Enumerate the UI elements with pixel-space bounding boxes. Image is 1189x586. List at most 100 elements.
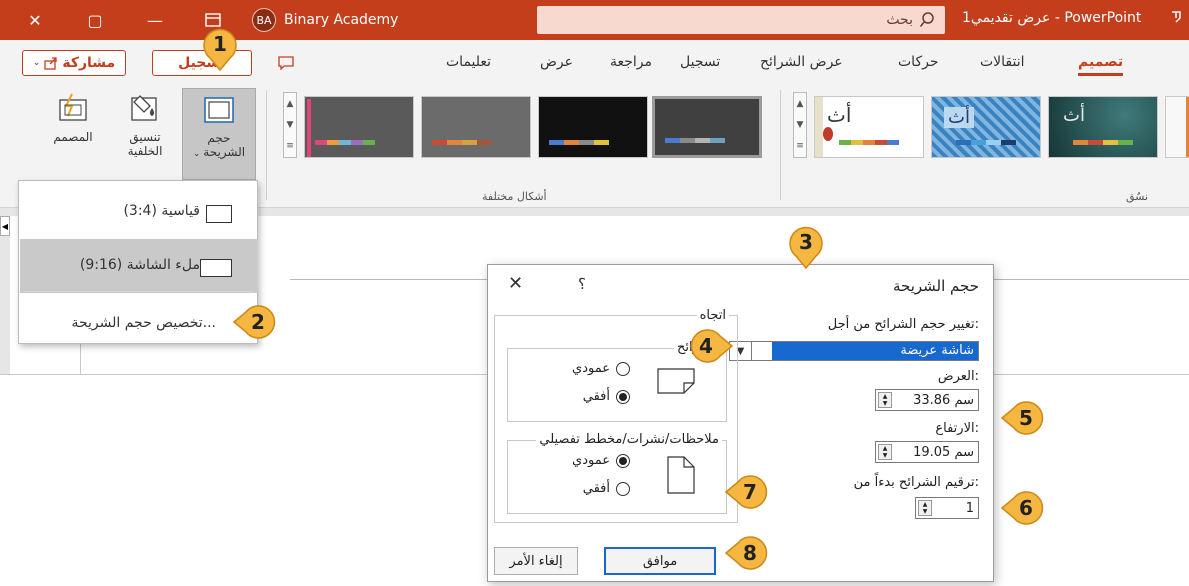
menu-item-standard-label: قياسية (3:4) (123, 203, 200, 219)
account-area[interactable]: BA Binary Academy (252, 8, 398, 32)
more-icon: ≡ (796, 141, 804, 152)
notes-portrait-radio[interactable] (616, 453, 630, 468)
orientation-title: اتجاه (696, 308, 729, 323)
width-stepper-arrows[interactable]: ▲ ▼ (878, 392, 892, 408)
close-window-button[interactable]: ✕ (12, 0, 58, 40)
close-icon[interactable]: ✕ (508, 273, 523, 294)
number-from-stepper-arrows[interactable]: ▲ ▼ (918, 500, 932, 516)
help-icon[interactable]: ؟ (578, 275, 586, 293)
slides-portrait-option[interactable]: عمودي (572, 361, 630, 376)
theme-thumbnail-2[interactable]: أث (931, 96, 1041, 158)
chevron-down-icon: ⌄ (192, 149, 204, 159)
tab-transitions[interactable]: انتقالات (980, 54, 1025, 70)
tab-help[interactable]: تعليمات (446, 54, 491, 70)
search-box[interactable]: بحث (537, 6, 945, 34)
size-for-select[interactable]: شاشة عريضة ▼ (729, 341, 979, 361)
slide-size-icon (204, 97, 234, 123)
arrow-up-icon: ▲ (882, 445, 888, 452)
theme-glyph: أث (944, 107, 974, 128)
height-stepper-arrows[interactable]: ▲ ▼ (878, 444, 892, 460)
theme-glyph: أث (827, 103, 852, 127)
search-icon (919, 12, 934, 27)
tab-design[interactable]: تصميم (1078, 54, 1124, 76)
dialog-title: حجم الشريحة (892, 277, 979, 295)
theme-thumbnail-3[interactable]: أث (1048, 96, 1158, 158)
slides-portrait-radio[interactable] (616, 361, 630, 376)
designer-icon (59, 93, 87, 121)
width-spinner[interactable]: 33.86 سم ▲ ▼ (875, 389, 979, 411)
slide-size-label-1: حجم (207, 131, 231, 145)
theme-thumbnail-4[interactable] (1165, 96, 1189, 158)
slides-landscape-label: أفقي (582, 389, 610, 404)
slide-size-label-2-text: الشريحة (203, 145, 246, 159)
menu-item-standard[interactable]: قياسية (3:4) (20, 185, 258, 239)
callout-6: 6 (1000, 488, 1044, 528)
tab-review[interactable]: مراجعة (610, 54, 652, 70)
app-menu-icon[interactable] (1170, 10, 1182, 28)
tab-record[interactable]: تسجيل (680, 54, 720, 70)
designer-button[interactable]: المصمم (40, 88, 106, 180)
height-spinner[interactable]: 19.05 سم ▲ ▼ (875, 441, 979, 463)
ribbon-tabs: ⌄ مشاركة تسجيل تعليمات عرض مراجعة تسجيل … (0, 40, 1189, 84)
callout-number: 8 (743, 541, 757, 565)
search-label: بحث (886, 12, 913, 28)
width-label: العرض: (937, 369, 979, 384)
menu-item-custom-size-label: تخصيص حجم الشريحة... (71, 315, 216, 331)
account-name: Binary Academy (284, 12, 399, 28)
menu-separator (23, 291, 253, 292)
scroll-down-icon: ▼ (796, 119, 804, 130)
variant-thumbnail-2[interactable] (421, 96, 531, 158)
callout-number: 7 (743, 480, 757, 504)
slide-size-menu: قياسية (3:4) ملء الشاشة (9:16) تخصيص حجم… (18, 180, 258, 344)
callout-number: 6 (1019, 496, 1033, 520)
share-button[interactable]: ⌄ مشاركة (22, 50, 126, 76)
width-value: 33.86 سم (913, 393, 974, 408)
number-from-spinner[interactable]: 1 ▲ ▼ (915, 497, 979, 519)
themes-scroll[interactable]: ▲ ▼ ≡ (793, 92, 807, 158)
tab-animations[interactable]: حركات (898, 54, 939, 70)
slides-landscape-option[interactable]: أفقي (583, 389, 630, 404)
callout-2: 2 (232, 302, 276, 342)
callout-number: 1 (213, 32, 227, 56)
notes-orientation-group: ملاحظات/نشرات/مخطط تفصيلي عمودي أفقي (507, 432, 727, 514)
landscape-page-icon (657, 368, 695, 394)
themes-group-label: نسُق (1126, 190, 1149, 203)
number-from-label: ترقيم الشرائح بدءاً من: (853, 475, 979, 490)
standard-ratio-icon (206, 205, 232, 223)
notes-portrait-option[interactable]: عمودي (572, 453, 630, 468)
arrow-down-icon: ▼ (882, 452, 888, 459)
share-icon (44, 57, 57, 70)
callout-8: 8 (724, 533, 768, 573)
arrow-down-icon: ▼ (922, 508, 928, 515)
slide-size-button[interactable]: حجم ⌄ الشريحة (182, 88, 256, 180)
minimize-window-button[interactable]: — (132, 0, 178, 40)
height-value: 19.05 سم (913, 445, 974, 460)
format-background-label-1: تنسيق (129, 130, 161, 144)
cancel-button[interactable]: إلغاء الأمر (494, 547, 578, 575)
arrow-down-icon: ▼ (882, 400, 888, 407)
format-background-button[interactable]: تنسيق الخلفية (112, 88, 178, 180)
theme-thumbnail-1[interactable]: أث (814, 96, 924, 158)
notes-landscape-radio[interactable] (616, 481, 630, 496)
variant-thumbnail-1[interactable] (304, 96, 414, 158)
callout-5: 5 (1000, 398, 1044, 438)
variants-scroll[interactable]: ▲ ▼ ≡ (283, 92, 297, 158)
notes-landscape-option[interactable]: أفقي (583, 481, 630, 496)
comments-icon[interactable] (274, 52, 298, 74)
ok-button[interactable]: موافق (604, 547, 716, 575)
tab-view[interactable]: عرض (540, 54, 573, 70)
restore-window-button[interactable]: ▢ (72, 0, 118, 40)
share-label: مشاركة (62, 55, 116, 71)
ribbon-divider (266, 90, 267, 200)
arrow-up-icon: ▲ (882, 393, 888, 400)
scroll-up-icon: ▲ (286, 98, 294, 109)
collapse-thumbnails-icon[interactable]: ◀ (0, 216, 10, 236)
variant-thumbnail-4[interactable] (652, 96, 762, 158)
variant-thumbnail-3[interactable] (538, 96, 648, 158)
slides-landscape-radio[interactable] (616, 389, 630, 404)
document-title: عرض تقديمي1 - PowerPoint (962, 10, 1142, 26)
tab-slide-show[interactable]: عرض الشرائح (760, 54, 843, 70)
menu-item-widescreen[interactable]: ملء الشاشة (9:16) (20, 239, 258, 293)
menu-item-custom-size[interactable]: تخصيص حجم الشريحة... (20, 311, 258, 341)
size-for-value: شاشة عريضة (772, 342, 978, 360)
